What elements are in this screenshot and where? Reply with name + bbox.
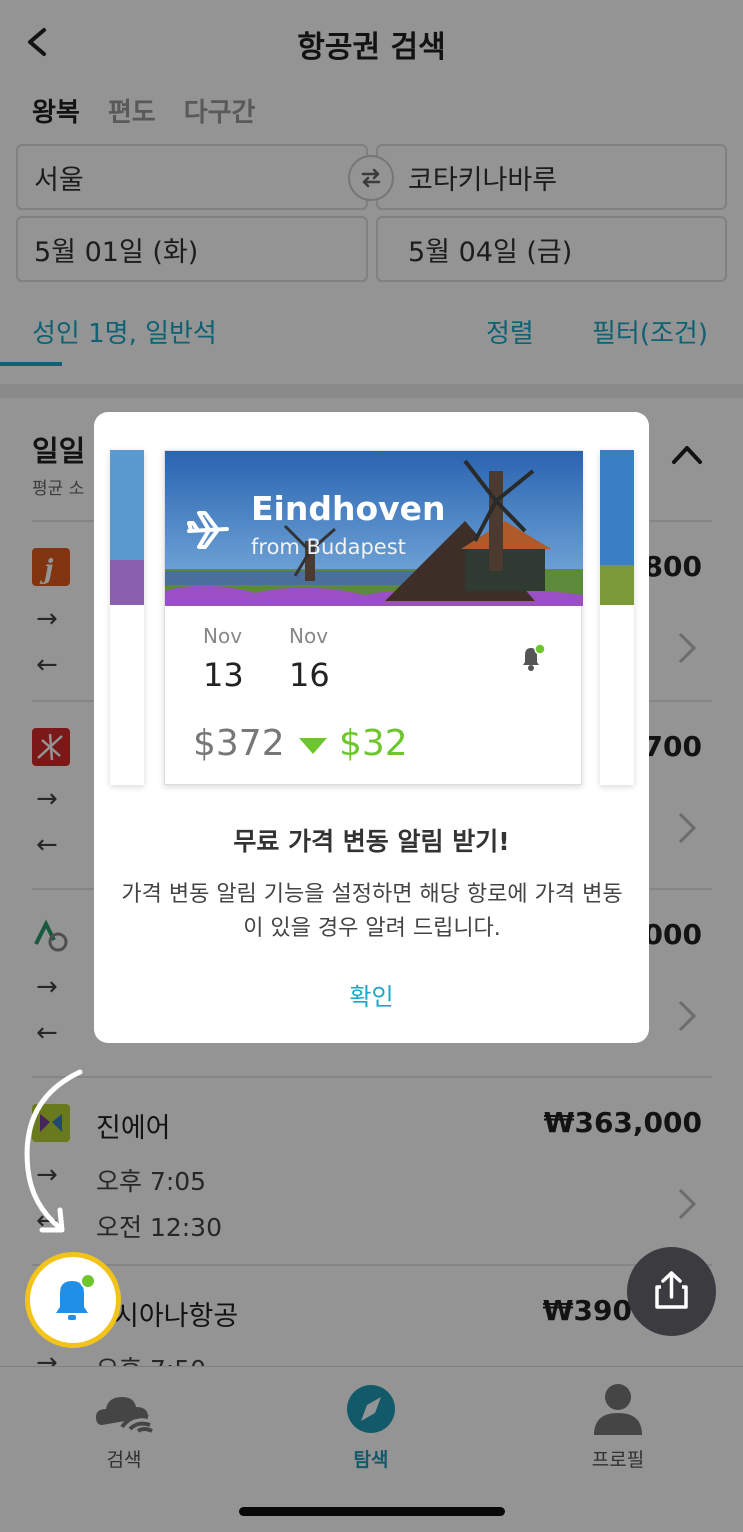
modal-body: 가격 변동 알림 기능을 설정하면 해당 항로에 가격 변동이 있을 경우 알려… (121, 882, 623, 941)
price-alert-card: Eindhoven from Budapest Nov 13 Nov 16 $3… (164, 450, 583, 785)
card-origin: from Budapest (251, 535, 406, 559)
airplane-icon (187, 511, 229, 549)
depart-day: 13 (203, 656, 244, 694)
price-alert-fab[interactable] (25, 1252, 121, 1348)
price-alert-modal: Eindhoven from Budapest Nov 13 Nov 16 $3… (94, 412, 649, 1043)
price-down-icon (299, 738, 327, 754)
share-icon (655, 1271, 688, 1309)
depart-month: Nov (203, 624, 243, 648)
carousel-card-prev (110, 450, 144, 785)
curved-arrow-icon (24, 1069, 83, 1233)
bell-icon (56, 1273, 96, 1320)
return-day: 16 (289, 656, 330, 694)
share-button[interactable] (627, 1247, 716, 1336)
carousel-card-next (600, 450, 634, 785)
card-destination: Eindhoven (251, 489, 446, 528)
return-month: Nov (289, 624, 329, 648)
modal-title: 무료 가격 변동 알림 받기! (233, 827, 510, 856)
price-drop: $32 (339, 723, 408, 764)
confirm-button[interactable]: 확인 (94, 977, 649, 1012)
previous-price: $372 (193, 723, 285, 764)
bell-icon (523, 643, 546, 671)
